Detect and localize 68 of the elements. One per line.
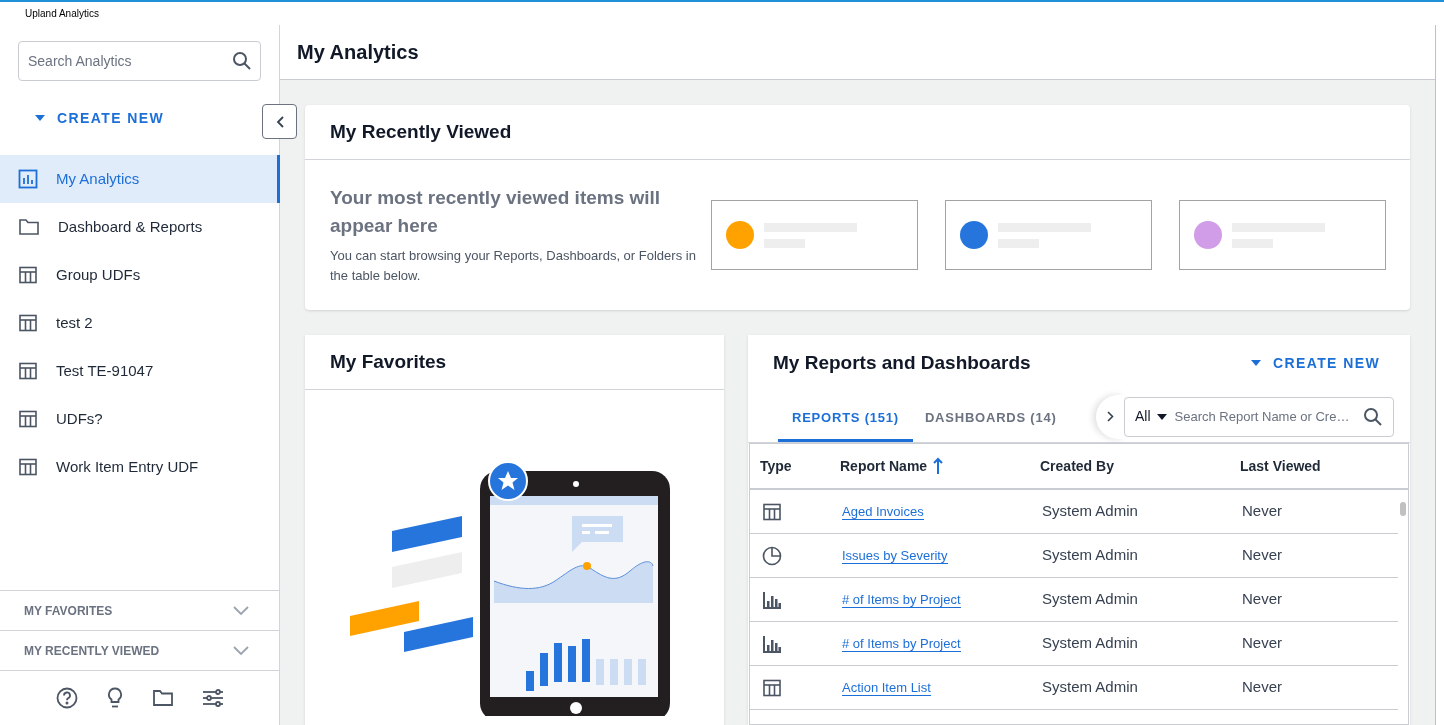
report-link[interactable]: Action Item List (842, 680, 931, 697)
table-icon (18, 265, 38, 285)
table-icon (762, 501, 782, 522)
report-link[interactable]: Issues by Severity (842, 548, 948, 565)
bar-chart-icon (18, 169, 38, 189)
sidebar-item[interactable]: My Analytics (0, 155, 280, 203)
search-field[interactable]: Search Analytics (18, 41, 261, 81)
table-cell-text: System Admin (1042, 545, 1139, 566)
report-link[interactable]: Aged Invoices (842, 504, 924, 521)
sidebar-item[interactable]: Dashboard & Reports (0, 203, 279, 251)
sidebar-item[interactable]: Group UDFs (0, 251, 279, 299)
tab[interactable]: DASHBOARDS (14) (912, 396, 1069, 442)
section-header[interactable]: MY RECENTLY VIEWED (24, 641, 160, 660)
column-header: Last Viewed (1240, 456, 1322, 476)
page-title: My Analytics (297, 40, 419, 65)
caret-icon (1156, 413, 1167, 420)
tab[interactable]: REPORTS (151) (778, 396, 913, 442)
table-cell-text: System Admin (1042, 589, 1139, 610)
sidebar-item[interactable]: test 2 (0, 299, 279, 347)
bar-chart-icon (762, 633, 782, 654)
sidebar-item[interactable]: UDFs? (0, 395, 279, 443)
sidebar-item[interactable]: Test TE-91047 (0, 347, 279, 395)
collapse-button[interactable] (262, 104, 297, 139)
table-cell-text: Never (1242, 501, 1283, 522)
caret-icon (1250, 360, 1261, 366)
card-title: My Recently Viewed (330, 119, 512, 144)
folder-icon (18, 217, 40, 237)
card-title: My Reports and Dashboards (773, 350, 1031, 375)
create-new-button[interactable]: CREATE NEW (1250, 352, 1380, 374)
help-icon[interactable] (55, 687, 78, 709)
column-header[interactable]: Report Name (840, 455, 1040, 477)
column-header: Created By (1040, 456, 1115, 476)
report-link[interactable]: # of Items by Project (842, 636, 961, 653)
table-cell-text: System Admin (1042, 677, 1139, 698)
table-cell-text: System Admin (1042, 633, 1139, 654)
pie-chart-icon (762, 545, 782, 566)
search-input[interactable]: Search Report Name or Cre… (1174, 406, 1355, 427)
column-header: Type (760, 456, 793, 476)
lightbulb-icon[interactable] (105, 687, 124, 709)
report-link[interactable]: # of Items by Project (842, 592, 961, 609)
table-icon (762, 677, 782, 698)
chevron-left-icon (275, 115, 284, 128)
bar-chart-icon (762, 589, 782, 610)
table-cell-text: Never (1242, 677, 1283, 698)
table-icon (18, 361, 38, 381)
sidebar-item[interactable]: Work Item Entry UDF (0, 443, 279, 491)
table-cell-text: Never (1242, 589, 1283, 610)
table-icon (18, 457, 38, 477)
card-title: My Favorites (330, 349, 447, 374)
table-cell-text: Never (1242, 545, 1283, 566)
section-header[interactable]: MY FAVORITES (24, 601, 113, 620)
table-cell-text: Never (1242, 633, 1283, 654)
sliders-icon[interactable] (201, 688, 224, 708)
folder-icon[interactable] (151, 688, 174, 708)
sort-arrow-icon (933, 457, 944, 475)
filter-dropdown[interactable]: All (1135, 406, 1167, 427)
app-title: Upland Analytics (25, 7, 99, 21)
empty-state-headline: Your most recently viewed items will appear here (330, 186, 662, 238)
search-icon (232, 51, 252, 71)
search-icon (1363, 406, 1383, 427)
create-new-button[interactable]: CREATE NEW (35, 107, 165, 129)
table-icon (18, 409, 38, 429)
empty-state-text: You can start browsing your Reports, Dashboards, or Folders in the table below. (330, 247, 697, 285)
caret-icon (35, 115, 45, 121)
chevron-right-icon (1106, 411, 1114, 422)
table-icon (18, 313, 38, 333)
search-bar[interactable]: All Search Report Name or Cre… (1124, 396, 1394, 437)
table-cell-text: System Admin (1042, 501, 1139, 522)
